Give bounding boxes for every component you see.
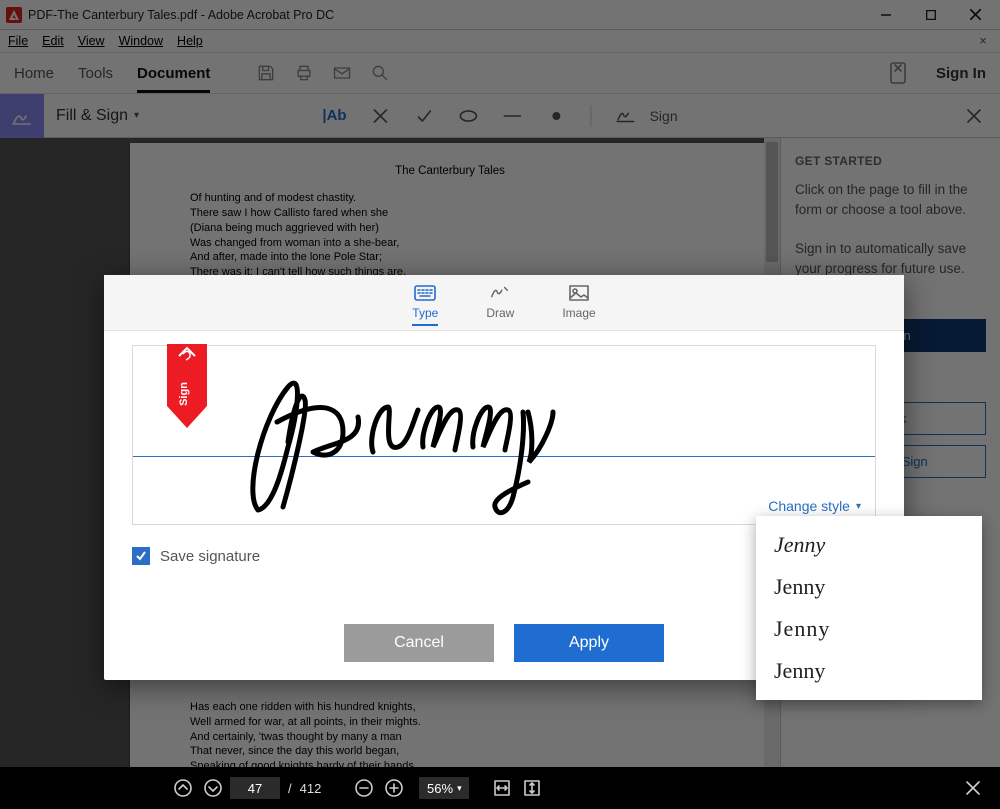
page-total: 412	[300, 781, 322, 796]
menu-help[interactable]: Help	[177, 34, 203, 48]
style-option-3[interactable]: Jenny	[756, 608, 982, 650]
line-tool-icon[interactable]	[503, 106, 523, 126]
toolbar-divider	[591, 105, 592, 127]
page-number-input[interactable]	[230, 777, 280, 799]
nav-document[interactable]: Document	[137, 65, 210, 93]
titlebar: PDF-The Canterbury Tales.pdf - Adobe Acr…	[0, 0, 1000, 30]
caret-down-icon: ▾	[856, 501, 861, 512]
style-option-1[interactable]: Jenny	[756, 524, 982, 566]
fit-page-icon[interactable]	[519, 775, 545, 801]
nav-home[interactable]: Home	[14, 65, 54, 82]
sign-here-flag: Sign	[167, 344, 207, 430]
sign-tool-label: Sign	[650, 108, 678, 124]
tab-image-label: Image	[562, 306, 595, 320]
caret-down-icon: ▾	[134, 110, 139, 121]
maximize-button[interactable]	[908, 0, 953, 29]
menu-edit[interactable]: Edit	[42, 34, 64, 48]
menubar-close-icon[interactable]: ×	[974, 34, 992, 48]
nav-tools[interactable]: Tools	[78, 65, 113, 82]
signature-text[interactable]	[233, 352, 573, 522]
sign-in-link[interactable]: Sign In	[936, 65, 986, 82]
close-button[interactable]	[953, 0, 998, 29]
text-tool-icon[interactable]: |Ab	[322, 106, 346, 126]
save-icon[interactable]	[252, 59, 280, 87]
signature-style-picker: Jenny Jenny Jenny Jenny	[756, 516, 982, 700]
tab-draw-label: Draw	[486, 306, 514, 320]
style-option-4[interactable]: Jenny	[756, 650, 982, 692]
image-icon	[568, 284, 590, 302]
keyboard-icon	[414, 284, 436, 302]
change-style-link[interactable]: Change style ▾	[768, 498, 861, 514]
close-toolbar-icon[interactable]	[964, 106, 984, 126]
menubar: File Edit View Window Help ×	[0, 30, 1000, 52]
tab-draw[interactable]: Draw	[486, 284, 514, 326]
fill-sign-label: Fill & Sign	[56, 107, 128, 125]
checkmark-tool-icon[interactable]	[415, 106, 435, 126]
change-style-label: Change style	[768, 498, 850, 514]
page-down-icon[interactable]	[200, 775, 226, 801]
zoom-out-icon[interactable]	[351, 775, 377, 801]
tab-type[interactable]: Type	[412, 284, 438, 326]
app-icon	[6, 7, 22, 23]
window-title: PDF-The Canterbury Tales.pdf - Adobe Acr…	[28, 8, 334, 22]
print-icon[interactable]	[290, 59, 318, 87]
tab-image[interactable]: Image	[562, 284, 595, 326]
x-mark-tool-icon[interactable]	[371, 106, 391, 126]
save-signature-label: Save signature	[160, 548, 260, 565]
circle-tool-icon[interactable]	[459, 106, 479, 126]
sign-tool-icon[interactable]	[616, 106, 638, 126]
menu-view[interactable]: View	[78, 34, 105, 48]
menu-window[interactable]: Window	[119, 34, 163, 48]
page-separator: /	[288, 781, 292, 796]
cancel-button[interactable]: Cancel	[344, 624, 494, 662]
fit-width-icon[interactable]	[489, 775, 515, 801]
zoom-in-icon[interactable]	[381, 775, 407, 801]
dot-tool-icon[interactable]	[547, 106, 567, 126]
tab-type-label: Type	[412, 306, 438, 320]
fill-sign-dropdown[interactable]: Fill & Sign ▾	[56, 107, 139, 125]
mail-icon[interactable]	[328, 59, 356, 87]
status-bar: / 412 56%▾	[0, 767, 1000, 809]
style-option-2[interactable]: Jenny	[756, 566, 982, 608]
dialog-tabs: Type Draw Image	[104, 275, 904, 331]
mobile-icon[interactable]	[884, 59, 912, 87]
svg-text:Sign: Sign	[178, 382, 190, 406]
main-toolbar: Home Tools Document Sign In	[0, 52, 1000, 94]
draw-icon	[489, 284, 511, 302]
minimize-button[interactable]	[863, 0, 908, 29]
statusbar-close-icon[interactable]	[960, 775, 986, 801]
page-up-icon[interactable]	[170, 775, 196, 801]
save-signature-checkbox[interactable]	[132, 547, 150, 565]
fill-sign-toolbar: Fill & Sign ▾ |Ab Sign	[0, 94, 1000, 138]
search-icon[interactable]	[366, 59, 394, 87]
signature-preview-box: Sign Change style ▾	[132, 345, 876, 525]
fill-sign-icon[interactable]	[0, 94, 44, 138]
apply-button[interactable]: Apply	[514, 624, 664, 662]
zoom-dropdown[interactable]: 56%▾	[419, 777, 469, 799]
zoom-value: 56%	[427, 781, 453, 796]
menu-file[interactable]: File	[8, 34, 28, 48]
